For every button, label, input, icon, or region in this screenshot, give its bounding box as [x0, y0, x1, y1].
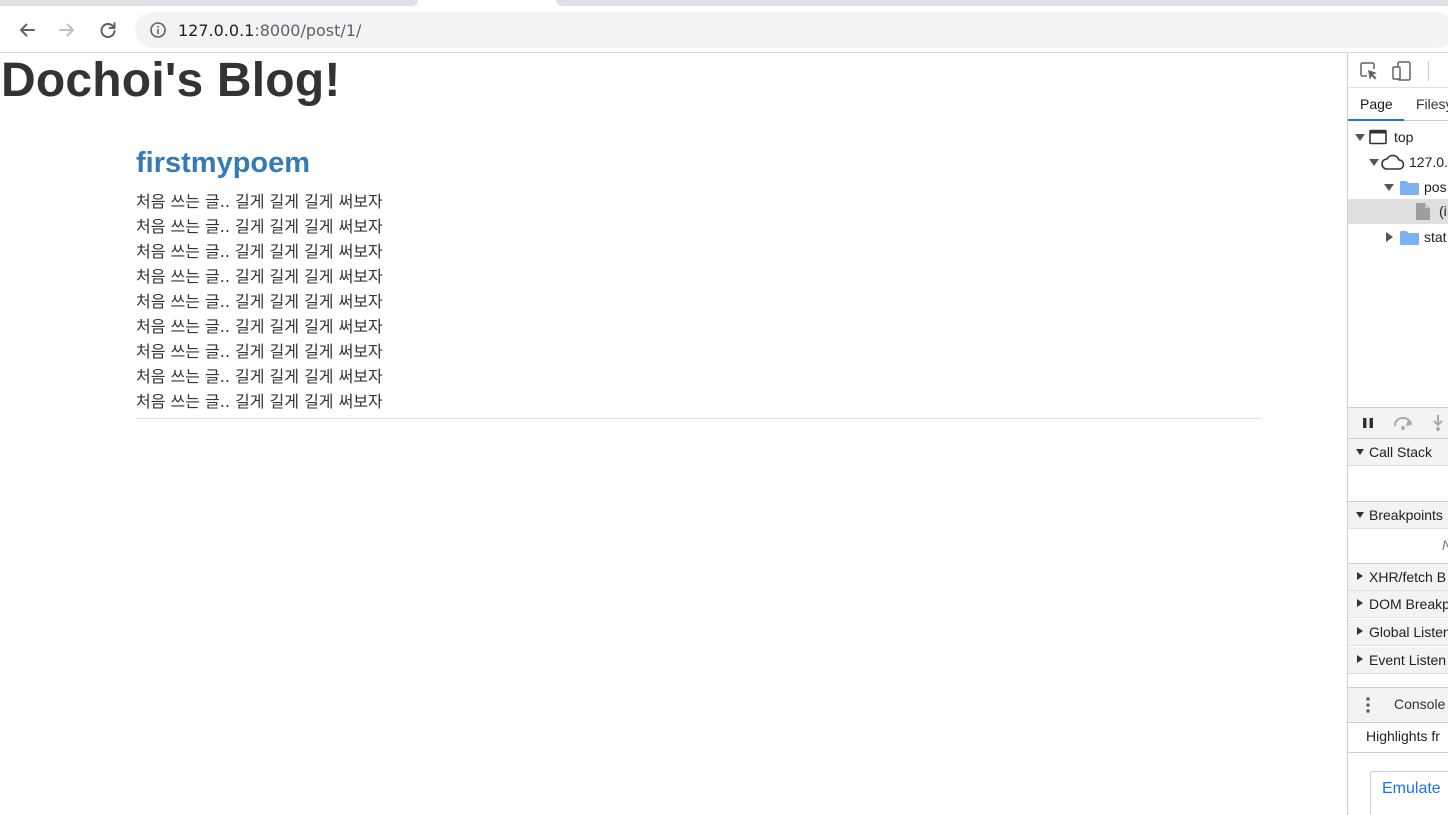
frame-icon [1369, 129, 1387, 145]
folder-icon [1400, 181, 1419, 195]
post-body-line: 처음 쓰는 글.. 길게 길게 길게 써보자 [136, 292, 383, 311]
info-circle-icon[interactable] [149, 21, 167, 39]
active-tab-indicator [1348, 119, 1404, 121]
section-global-listeners[interactable]: Global Listen [1348, 619, 1448, 646]
devtools-toolbar [1348, 53, 1448, 88]
section-label-event: Event Listen [1369, 652, 1447, 668]
section-call-stack[interactable]: Call Stack [1348, 439, 1448, 466]
post-body-line: 처음 쓰는 글.. 길게 길게 길게 써보자 [136, 342, 383, 361]
url-text[interactable]: 127.0.0.1:8000/post/1/ [178, 21, 361, 40]
emulate-link[interactable]: Emulate [1382, 780, 1441, 798]
url-host: 127.0.0.1 [178, 21, 255, 40]
post-body-line: 처음 쓰는 글.. 길게 길게 길게 써보자 [136, 317, 383, 336]
post-divider [136, 418, 1261, 419]
post-body: 처음 쓰는 글.. 길게 길게 길게 써보자 처음 쓰는 글.. 길게 길게 길… [136, 189, 1261, 414]
post-title-link[interactable]: firstmypoem [136, 145, 1261, 181]
post-body-line: 처음 쓰는 글.. 길게 길게 길게 써보자 [136, 267, 383, 286]
tree-label-file: (i [1439, 203, 1447, 219]
url-path: :8000/post/1/ [254, 21, 362, 40]
tab-strip-right [556, 0, 1448, 6]
collapse-triangle-icon [1386, 232, 1393, 242]
post-body-line: 처음 쓰는 글.. 길게 길게 길게 써보자 [136, 367, 383, 386]
expand-triangle-icon [1369, 159, 1379, 166]
no-breakpoints-text: N [1442, 537, 1448, 553]
expand-triangle-icon [1355, 134, 1365, 141]
arrow-right-icon [59, 23, 74, 37]
tree-item-static-folder[interactable]: stat [1348, 225, 1448, 250]
section-breakpoints[interactable]: Breakpoints [1348, 502, 1448, 529]
section-xhr-breakpoints[interactable]: XHR/fetch B [1348, 564, 1448, 591]
toolbar-separator [1428, 61, 1429, 81]
collapse-triangle-icon [1357, 627, 1363, 635]
emulate-card[interactable]: Emulate [1370, 771, 1448, 815]
post-body-line: 처음 쓰는 글.. 길게 길게 길게 써보자 [136, 192, 383, 211]
device-toolbar-icon[interactable] [1391, 60, 1413, 82]
section-label-breakpoints: Breakpoints [1369, 507, 1443, 523]
post-body-line: 처음 쓰는 글.. 길게 길게 길게 써보자 [136, 217, 383, 236]
post-body-line: 처음 쓰는 글.. 길게 길게 길게 써보자 [136, 392, 383, 411]
section-label-xhr: XHR/fetch B [1369, 569, 1447, 585]
debugger-toolbar [1348, 407, 1448, 439]
tree-label-top: top [1394, 129, 1414, 145]
collapse-triangle-icon [1357, 599, 1363, 607]
tree-item-post-folder[interactable]: pos [1348, 175, 1448, 200]
collapse-triangle-icon [1357, 655, 1363, 663]
expand-triangle-icon [1356, 512, 1364, 518]
section-label-global: Global Listen [1369, 624, 1448, 640]
tab-console[interactable]: Console [1394, 696, 1445, 712]
post-body-line: 처음 쓰는 글.. 길게 길게 길게 써보자 [136, 242, 383, 261]
collapse-triangle-icon [1357, 572, 1363, 580]
tab-filesystem[interactable]: Filesy [1416, 96, 1448, 112]
forward-button[interactable] [55, 18, 79, 42]
tab-strip [0, 0, 1448, 8]
section-label-dom: DOM Breakp [1369, 596, 1448, 612]
tree-item-file[interactable]: (i [1348, 199, 1448, 224]
expand-triangle-icon [1356, 449, 1364, 455]
step-over-icon[interactable] [1392, 415, 1416, 431]
highlights-text: Highlights fr [1366, 728, 1440, 744]
console-highlights: Highlights fr [1348, 722, 1448, 753]
post: firstmypoem 처음 쓰는 글.. 길게 길게 길게 써보자 처음 쓰는… [136, 145, 1261, 427]
reload-button[interactable] [96, 18, 120, 42]
file-icon [1416, 203, 1430, 220]
arrow-left-icon [20, 23, 35, 37]
tree-label-origin: 127.0. [1409, 154, 1448, 170]
reload-icon [100, 22, 116, 38]
site-title[interactable]: Dochoi's Blog! [1, 53, 341, 109]
section-dom-breakpoints[interactable]: DOM Breakp [1348, 591, 1448, 618]
folder-icon [1400, 231, 1419, 245]
console-drawer-toolbar: Console [1348, 687, 1448, 723]
cloud-icon [1381, 154, 1405, 170]
inspect-element-icon[interactable] [1359, 61, 1379, 81]
tree-label-post-folder: pos [1424, 179, 1447, 195]
back-button[interactable] [15, 18, 39, 42]
sources-navigator-tabs: Page Filesy [1348, 88, 1448, 121]
expand-triangle-icon [1384, 184, 1394, 191]
tab-page[interactable]: Page [1360, 96, 1393, 112]
tree-item-top[interactable]: top [1348, 125, 1448, 150]
address-bar[interactable]: 127.0.0.1:8000/post/1/ [135, 12, 1448, 48]
tree-label-static-folder: stat [1424, 229, 1447, 245]
section-label-call-stack: Call Stack [1369, 444, 1433, 460]
browser-toolbar: 127.0.0.1:8000/post/1/ [0, 8, 1448, 53]
section-event-listeners[interactable]: Event Listen [1348, 647, 1448, 674]
more-vertical-icon[interactable] [1365, 696, 1371, 714]
tree-item-origin[interactable]: 127.0. [1348, 150, 1448, 175]
step-into-icon[interactable] [1432, 414, 1444, 432]
tab-strip-left [0, 0, 418, 6]
pause-icon[interactable] [1362, 417, 1374, 429]
page-content: Dochoi's Blog! firstmypoem 처음 쓰는 글.. 길게 … [0, 53, 1347, 815]
devtools-panel: Page Filesy top 127.0. pos (i [1347, 53, 1448, 815]
